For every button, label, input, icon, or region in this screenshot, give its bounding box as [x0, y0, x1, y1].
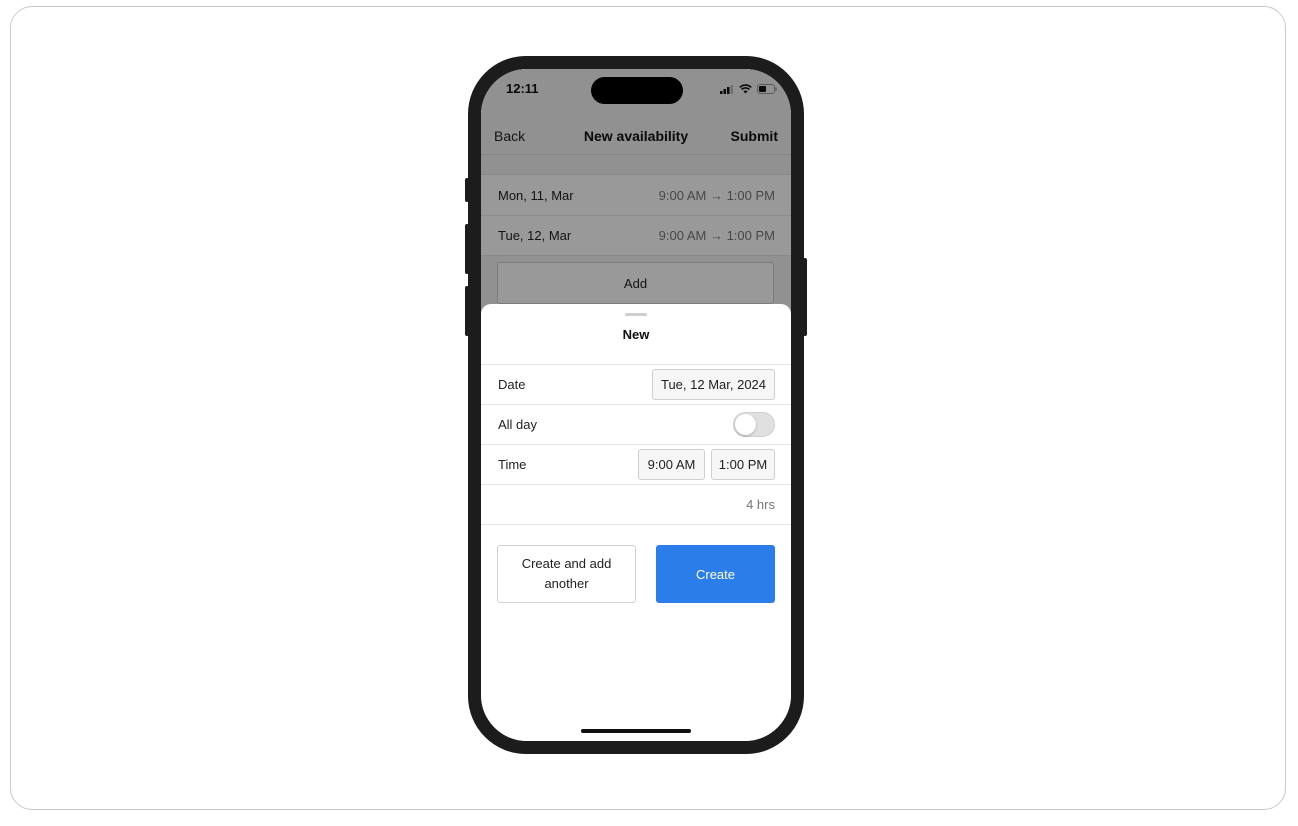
toggle-knob	[735, 414, 756, 435]
create-and-add-another-button[interactable]: Create and add another	[497, 545, 636, 603]
sheet-grabber[interactable]	[625, 313, 647, 316]
all-day-row: All day	[481, 404, 791, 444]
time-row: Time 9:00 AM 1:00 PM	[481, 444, 791, 484]
all-day-toggle[interactable]	[733, 412, 775, 437]
phone-screen: 12:11 Back New availability Submit Mon, …	[481, 69, 791, 741]
time-label: Time	[498, 457, 527, 472]
date-label: Date	[498, 377, 526, 392]
start-time-picker[interactable]: 9:00 AM	[638, 449, 705, 480]
duration-text: 4 hrs	[746, 497, 775, 512]
date-row: Date Tue, 12 Mar, 2024	[481, 364, 791, 404]
sheet-divider	[481, 524, 791, 525]
phone-frame: 12:11 Back New availability Submit Mon, …	[468, 56, 804, 754]
new-availability-sheet: New Date Tue, 12 Mar, 2024 All day Time …	[481, 304, 791, 741]
sheet-title: New	[622, 327, 650, 342]
all-day-label: All day	[498, 417, 538, 432]
date-picker[interactable]: Tue, 12 Mar, 2024	[652, 369, 775, 400]
create-button[interactable]: Create	[656, 545, 775, 603]
home-indicator[interactable]	[581, 729, 691, 733]
duration-row: 4 hrs	[481, 484, 791, 524]
end-time-picker[interactable]: 1:00 PM	[711, 449, 775, 480]
